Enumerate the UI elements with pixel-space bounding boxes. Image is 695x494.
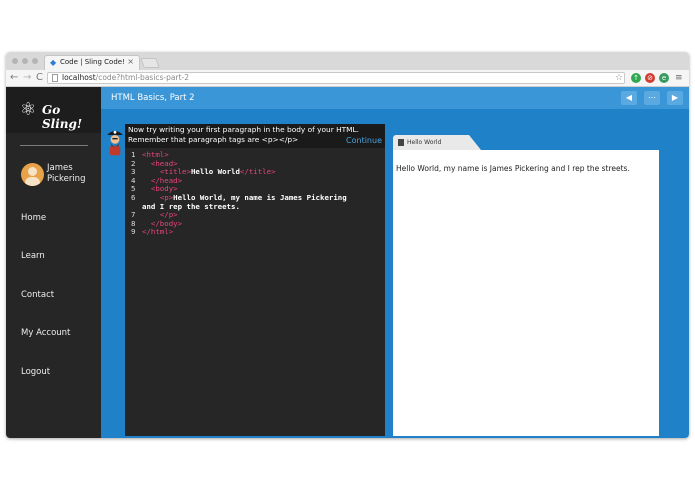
pirate-mascot-icon	[107, 130, 123, 156]
sling-favicon-icon: ◆	[50, 58, 57, 67]
instruction-line-2: Remember that paragraph tags are <p></p>	[128, 135, 299, 144]
page-icon	[52, 74, 58, 82]
logo-text: Go Sling!	[42, 103, 83, 131]
forward-icon[interactable]: →	[23, 72, 31, 84]
sidebar-item-home[interactable]: Home	[21, 213, 46, 223]
reload-icon[interactable]: C	[36, 72, 43, 84]
code-tag: </html>	[142, 227, 174, 237]
extension-evernote-icon[interactable]: e	[659, 73, 669, 83]
extension-green-icon[interactable]: ↑	[631, 73, 641, 83]
browser-tab[interactable]: ◆ Code | Sling Code! ×	[44, 55, 140, 70]
more-options-icon[interactable]: ⋯	[644, 91, 660, 105]
sidebar-item-my-account[interactable]: My Account	[21, 328, 70, 338]
window-close-dot[interactable]	[12, 58, 18, 64]
next-arrow-icon[interactable]: ▶	[667, 91, 683, 105]
address-text: localhost/code?html-basics-part-2	[62, 73, 189, 83]
lesson-header: HTML Basics, Part 2 ◀ ⋯ ▶	[101, 87, 689, 109]
preview-tab-title: Hello World	[407, 139, 442, 146]
continue-link[interactable]: Continue	[346, 136, 382, 145]
url-host: localhost	[62, 73, 96, 82]
code-line: 9 </html>	[131, 228, 347, 237]
browser-window: ◆ Code | Sling Code! × ← → C localhost/c…	[6, 52, 689, 438]
browser-tab-title: Code | Sling Code!	[60, 58, 125, 66]
sidebar-item-contact[interactable]: Contact	[21, 290, 54, 300]
page-favicon-icon	[398, 139, 404, 146]
tab-close-icon[interactable]: ×	[127, 57, 134, 66]
new-tab-button[interactable]	[140, 58, 160, 68]
sidebar-divider	[20, 145, 88, 146]
window-minimize-dot[interactable]	[22, 58, 28, 64]
back-icon[interactable]: ←	[10, 72, 18, 84]
instruction-line-1: Now try writing your first paragraph in …	[128, 125, 359, 134]
code-editor[interactable]: Now try writing your first paragraph in …	[125, 124, 385, 436]
browser-menu-icon[interactable]: ≡	[675, 72, 683, 84]
sidebar: ⚛ Go Sling! James Pickering Home Learn C…	[6, 87, 101, 438]
sidebar-item-learn[interactable]: Learn	[21, 251, 45, 261]
line-number: 9	[131, 227, 136, 237]
extension-adblock-icon[interactable]: ⊘	[645, 73, 655, 83]
preview-pane: Hello World, my name is James Pickering …	[393, 150, 659, 436]
lesson-title: HTML Basics, Part 2	[111, 93, 195, 103]
atom-logo-icon: ⚛	[20, 99, 37, 120]
previous-arrow-icon[interactable]: ◀	[621, 91, 637, 105]
code-area[interactable]: 1 <html> 2 <head> 3 <title>Hello World</tit…	[131, 150, 347, 237]
browser-tab-bar: ◆ Code | Sling Code! ×	[6, 52, 689, 70]
preview-text: Hello World, my name is James Pickering …	[396, 164, 630, 173]
url-path: /code?html-basics-part-2	[95, 73, 190, 82]
preview-tab[interactable]: Hello World	[393, 135, 481, 150]
window-zoom-dot[interactable]	[32, 58, 38, 64]
logo[interactable]: ⚛ Go Sling!	[6, 87, 101, 133]
bookmark-star-icon[interactable]: ☆	[615, 72, 623, 84]
main-panel: HTML Basics, Part 2 ◀ ⋯ ▶ Now try writin…	[101, 87, 689, 438]
code-text: Hello World	[190, 167, 240, 177]
code-tag: </title>	[239, 167, 276, 177]
user-name: James Pickering	[47, 163, 86, 184]
sidebar-item-logout[interactable]: Logout	[21, 367, 50, 377]
line-number: 6	[131, 192, 136, 202]
address-bar[interactable]: localhost/code?html-basics-part-2	[47, 72, 625, 84]
instruction-bar: Now try writing your first paragraph in …	[125, 124, 385, 148]
avatar[interactable]	[21, 163, 44, 186]
browser-toolbar: ← → C localhost/code?html-basics-part-2 …	[6, 70, 689, 87]
